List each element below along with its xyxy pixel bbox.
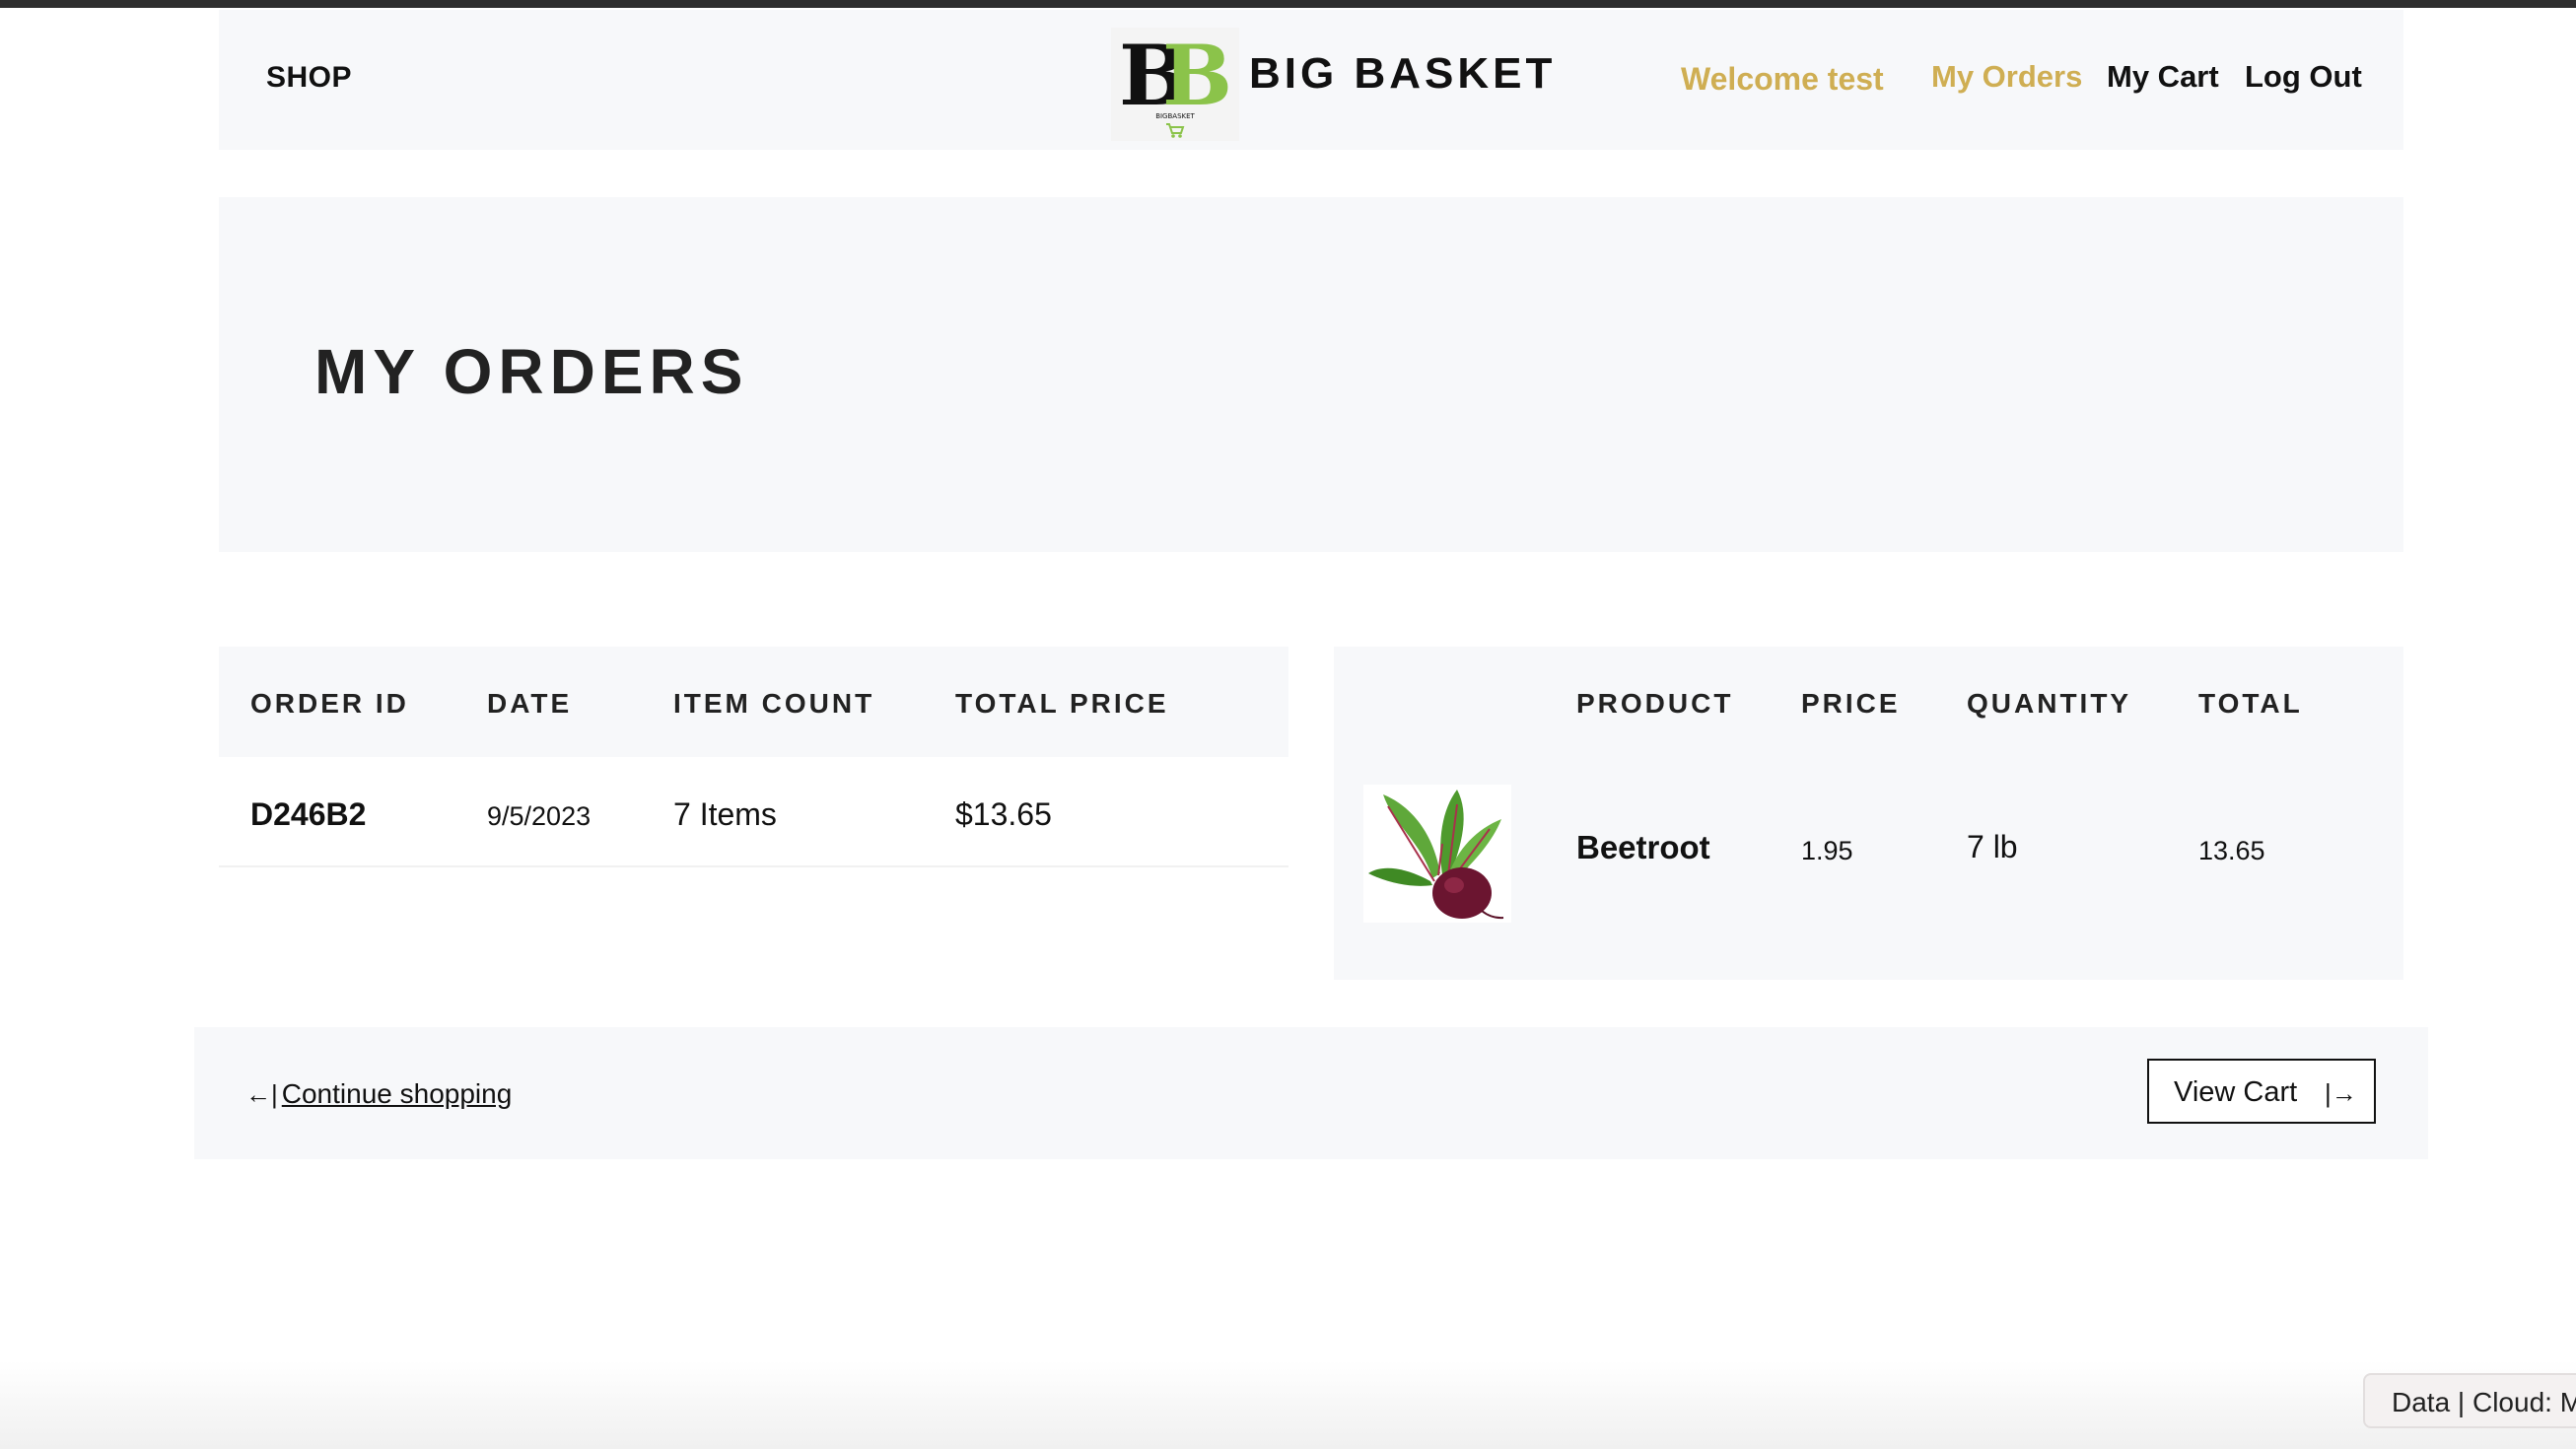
column-header-item-count: ITEM COUNT <box>673 688 875 719</box>
page-title: MY ORDERS <box>314 336 749 407</box>
forward-arrow-icon: |→ <box>2325 1078 2357 1108</box>
window-top-edge <box>0 0 2576 8</box>
window-bottom-shade <box>0 1360 2576 1449</box>
site-header: SHOP B B BIGBASKET BIG BASKET Welcome te… <box>219 10 2403 150</box>
page-footer-actions: ←| Continue shopping View Cart |→ <box>194 1027 2428 1159</box>
svg-text:B: B <box>1162 28 1232 124</box>
orders-table: ORDER ID DATE ITEM COUNT TOTAL PRICE D24… <box>219 647 1288 873</box>
column-header-date: DATE <box>487 688 573 719</box>
brand-logo[interactable]: B B BIGBASKET <box>1111 27 1239 141</box>
item-quantity: 7 lb <box>1967 829 2018 864</box>
column-header-total-price: TOTAL PRICE <box>955 688 1169 719</box>
basket-logo-icon: B B BIGBASKET <box>1119 27 1232 138</box>
back-arrow-icon: ←| <box>245 1079 278 1109</box>
logo-subtext: BIGBASKET <box>1155 112 1195 120</box>
cloud-status-tab[interactable]: Data | Cloud: M <box>2363 1373 2576 1428</box>
page-banner: MY ORDERS <box>219 197 2403 552</box>
item-price: 1.95 <box>1801 836 1853 865</box>
column-header-price: PRICE <box>1801 688 1901 719</box>
column-header-total: TOTAL <box>2198 688 2303 719</box>
column-header-quantity: QUANTITY <box>1967 688 2132 719</box>
item-total: 13.65 <box>2198 836 2265 865</box>
shop-link[interactable]: SHOP <box>266 61 352 95</box>
order-items-table: PRODUCT PRICE QUANTITY TOTAL Beetroot 1.… <box>1334 647 2403 980</box>
order-item-count: 7 Items <box>673 796 777 832</box>
brand-name: BIG BASKET <box>1249 49 1557 98</box>
order-date: 9/5/2023 <box>487 801 592 831</box>
order-row[interactable]: D246B2 9/5/2023 7 Items $13.65 <box>219 757 1288 867</box>
order-id[interactable]: D246B2 <box>250 796 366 833</box>
nav-log-out[interactable]: Log Out <box>2245 59 2362 95</box>
view-cart-label: View Cart <box>2174 1076 2298 1108</box>
view-cart-button[interactable]: View Cart |→ <box>2147 1059 2376 1124</box>
nav-my-orders[interactable]: My Orders <box>1931 59 2082 95</box>
order-total-price: $13.65 <box>955 796 1052 832</box>
column-header-order-id: ORDER ID <box>250 688 409 719</box>
continue-shopping-link[interactable]: ←| Continue shopping <box>245 1078 512 1110</box>
item-product-name: Beetroot <box>1576 829 1710 865</box>
continue-shopping-label: Continue shopping <box>281 1078 513 1109</box>
column-header-product: PRODUCT <box>1576 688 1734 719</box>
orders-table-header: ORDER ID DATE ITEM COUNT TOTAL PRICE <box>219 647 1288 757</box>
welcome-message: Welcome test <box>1681 61 1884 97</box>
beetroot-image <box>1363 785 1511 923</box>
nav-my-cart[interactable]: My Cart <box>2107 59 2219 95</box>
